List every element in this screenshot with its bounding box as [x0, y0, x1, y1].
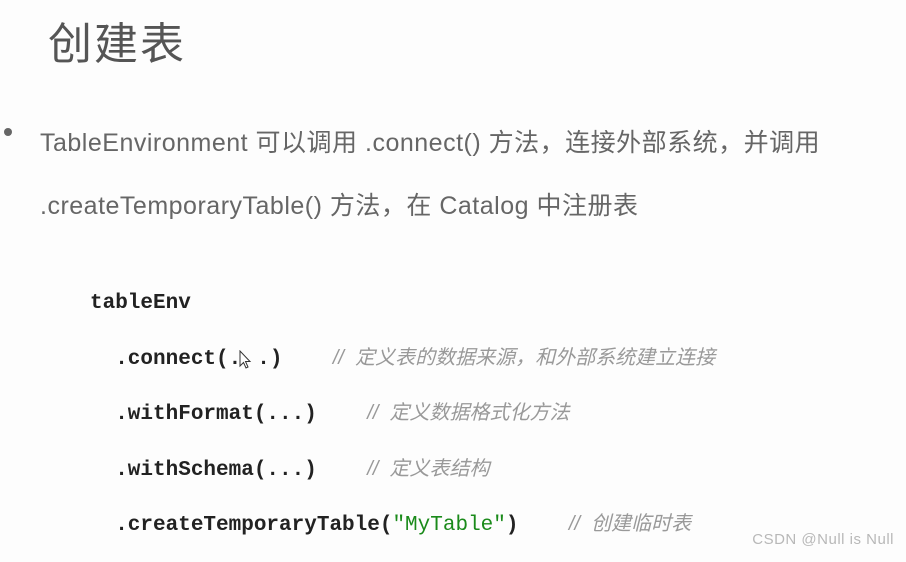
- code-comment: // 定义数据格式化方法: [367, 402, 569, 424]
- cursor-icon: [241, 348, 257, 364]
- watermark: CSDN @Null is Null: [752, 531, 894, 548]
- code-line-2: .connect(..) // 定义表的数据来源，和外部系统建立连接: [90, 332, 906, 388]
- code-string: "MyTable": [392, 514, 505, 537]
- code-method: .createTemporaryTable(: [90, 514, 392, 537]
- code-method: .withSchema(...): [90, 459, 317, 482]
- description-text: TableEnvironment 可以调用 .connect() 方法，连接外部…: [40, 112, 906, 237]
- code-line-4: .withSchema(...) // 定义表结构: [90, 443, 906, 499]
- code-method: .withFormat(...): [90, 403, 317, 426]
- code-method: .connect(..): [90, 348, 282, 371]
- bullet-icon: [4, 128, 12, 136]
- code-block: tableEnv .connect(..) // 定义表的数据来源，和外部系统建…: [90, 277, 906, 554]
- code-comment: // 创建临时表: [569, 513, 691, 535]
- code-line-3: .withFormat(...) // 定义数据格式化方法: [90, 387, 906, 443]
- code-paren: ): [506, 514, 519, 537]
- code-comment: // 定义表的数据来源，和外部系统建立连接: [333, 347, 715, 369]
- code-comment: // 定义表结构: [367, 458, 489, 480]
- bullet-item: TableEnvironment 可以调用 .connect() 方法，连接外部…: [0, 112, 906, 237]
- code-identifier: tableEnv: [90, 292, 191, 315]
- page-title: 创建表: [48, 8, 906, 72]
- code-line-1: tableEnv: [90, 277, 906, 332]
